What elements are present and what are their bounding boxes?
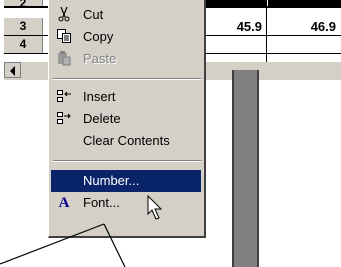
- callout-line: [103, 223, 126, 267]
- callout-overlay: [0, 194, 163, 267]
- callout-line: [0, 223, 105, 265]
- cursor-arrow-icon: [147, 194, 163, 220]
